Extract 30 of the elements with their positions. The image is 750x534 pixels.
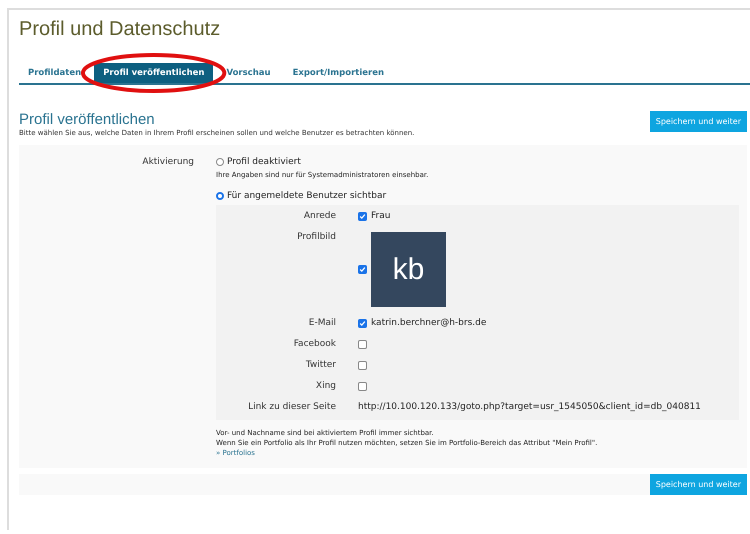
field-value: http://10.100.120.133/goto.php?target=usr_1545050&client_id=db_040811 xyxy=(358,402,701,412)
radio-button[interactable] xyxy=(216,158,224,166)
radio-button[interactable] xyxy=(216,192,224,200)
checkbox[interactable] xyxy=(358,265,367,274)
checkbox[interactable] xyxy=(358,318,367,328)
checkbox[interactable] xyxy=(358,340,367,348)
option-label: Für angemeldete Benutzer sichtbar xyxy=(227,191,386,201)
field-label: Xing xyxy=(314,381,336,391)
tab[interactable]: Vorschau xyxy=(217,63,280,83)
field-label: E-Mail xyxy=(308,318,336,328)
field-value: katrin.berchner@h-brs.de xyxy=(371,318,486,328)
checkbox[interactable] xyxy=(358,212,367,220)
checkbox[interactable] xyxy=(358,382,367,390)
avatar: kb xyxy=(371,232,446,307)
section-title: Profil veröffentlichen xyxy=(19,111,156,128)
tab[interactable]: Profil veröffentlichen xyxy=(94,63,214,83)
field-label: Twitter xyxy=(304,360,336,370)
field-label: Facebook xyxy=(292,339,336,349)
field-label: Link zu dieser Seite xyxy=(247,402,336,412)
save-button[interactable]: Speichern und weiter xyxy=(650,474,747,496)
tab[interactable]: Profildaten xyxy=(19,63,90,83)
field-label: Aktivierung xyxy=(141,157,194,169)
field-label: Profilbild xyxy=(296,232,336,242)
field-value: Frau xyxy=(371,211,390,221)
tab[interactable]: Export/Importieren xyxy=(284,63,394,83)
checkbox[interactable] xyxy=(358,360,367,370)
field-label: Anrede xyxy=(302,211,336,221)
save-button[interactable]: Speichern und weiter xyxy=(650,111,747,132)
option-label: Profil deaktiviert xyxy=(227,157,301,167)
page-title: Profil und Datenschutz xyxy=(19,18,222,41)
